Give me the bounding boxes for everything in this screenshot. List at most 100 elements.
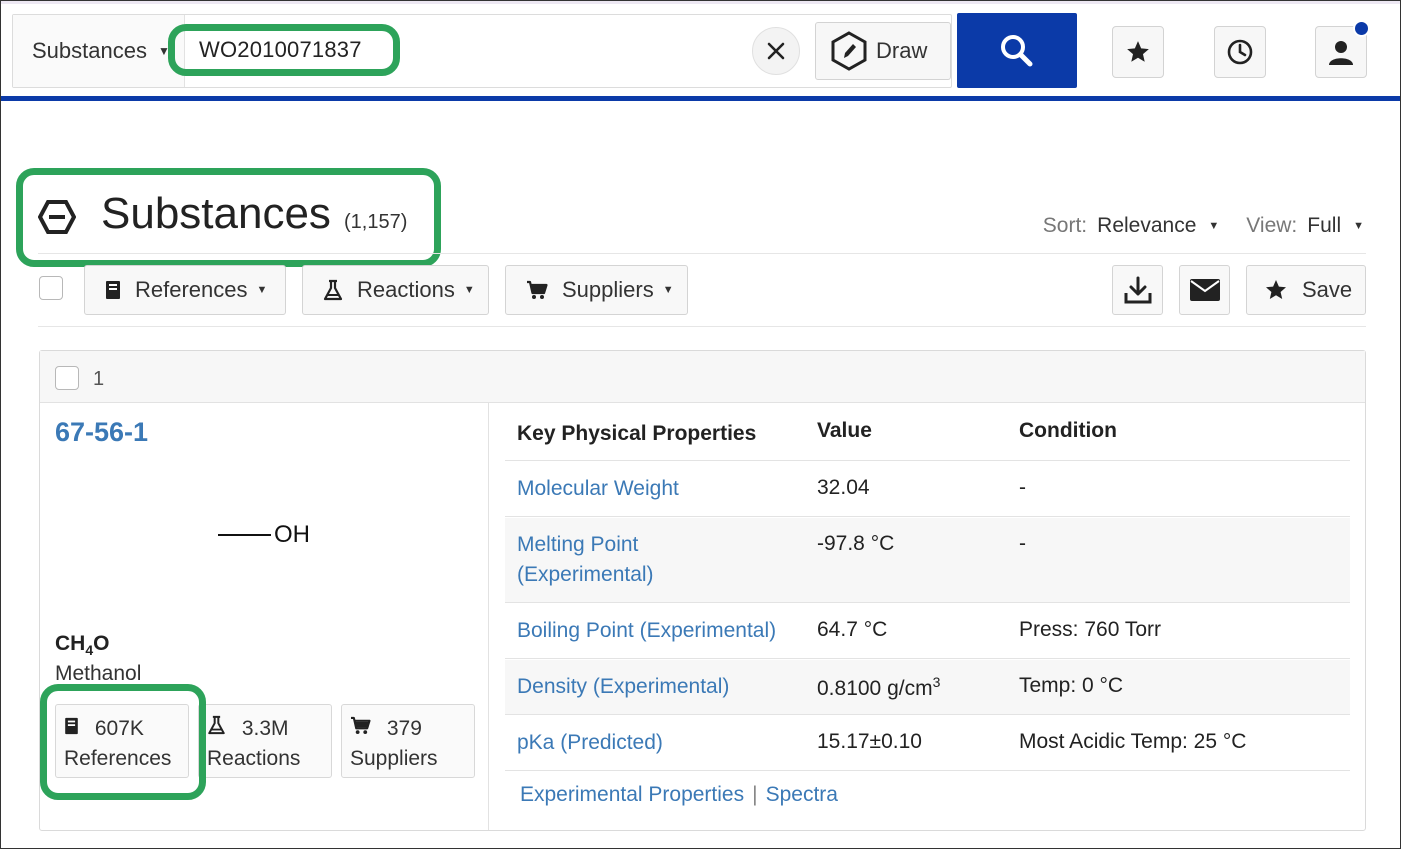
search-scope-dropdown[interactable]: Substances ▼ [13,15,185,87]
references-menu-label: References [135,277,248,302]
substance-result-card: 1 67-56-1 OH CH4O Methanol 607K Referenc… [39,350,1366,831]
envelope-icon [1189,279,1220,301]
property-value: 64.7 °C [817,618,888,641]
search-bar: Substances ▼ WO2010071837 Draw [12,14,952,88]
book-icon [106,281,120,299]
draw-label: Draw [876,38,928,63]
column-header: Value [817,419,872,442]
property-value-exponent: 3 [932,674,941,690]
cart-icon [351,716,371,735]
property-value: -97.8 °C [817,532,895,555]
formula-part: O [93,632,110,655]
chevron-down-icon: ▼ [662,284,674,296]
sort-dropdown[interactable]: Relevance [1097,214,1196,238]
cart-icon [527,280,548,299]
divider [38,326,1366,327]
email-button[interactable] [1179,265,1230,315]
structure-bond [218,534,271,536]
notification-dot [1353,20,1370,37]
property-link[interactable]: Boiling Point (Experimental) [517,616,807,646]
reactions-count: 3.3M [241,717,289,740]
divider [38,253,1366,254]
references-count: 607K [94,717,144,740]
download-button[interactable] [1112,265,1163,315]
column-header: Key Physical Properties [517,422,757,445]
reactions-count-button[interactable]: 3.3M Reactions [198,704,332,778]
sort-view-controls: Sort: Relevance ▼ View: Full ▼ [1043,214,1364,238]
table-row: Boiling Point (Experimental) 64.7 °C Pre… [505,604,1350,659]
structure-atom-label: OH [274,521,310,548]
result-card-header: 1 [40,351,1365,403]
reactions-count-label: Reactions [207,747,301,770]
view-dropdown[interactable]: Full [1307,214,1341,238]
substance-summary: 67-56-1 OH CH4O Methanol 607K References… [40,403,489,830]
save-label: Save [1302,277,1353,302]
table-header-row: Key Physical Properties Value Condition [505,403,1350,461]
download-icon [1124,276,1151,304]
experimental-properties-link[interactable]: Experimental Properties [520,783,744,806]
cas-number-link[interactable]: 67-56-1 [55,417,148,448]
link-divider: | [752,783,758,806]
clock-icon [1227,39,1253,65]
favorites-button[interactable] [1112,26,1164,78]
chevron-down-icon: ▼ [463,284,475,296]
reactions-menu-button[interactable]: Reactions ▼ [302,265,489,315]
references-count-button[interactable]: 607K References [55,704,189,778]
search-scope-label: Substances [32,38,147,63]
star-icon [1266,280,1286,299]
table-row: Melting Point (Experimental) -97.8 °C - [505,518,1350,603]
reactions-menu-label: Reactions [357,277,455,302]
chevron-down-icon: ▼ [1208,220,1220,232]
column-header: Condition [1019,419,1117,442]
search-icon [1001,34,1033,66]
suppliers-menu-button[interactable]: Suppliers ▼ [505,265,688,315]
substance-hexagon-icon [38,200,76,234]
history-button[interactable] [1214,26,1266,78]
suppliers-count-label: Suppliers [350,747,438,770]
result-count: (1,157) [344,211,408,233]
table-row: pKa (Predicted) 15.17±0.10 Most Acidic T… [505,716,1350,771]
chevron-down-icon: ▼ [1353,220,1364,232]
user-icon [1329,41,1353,65]
result-checkbox[interactable] [55,366,79,390]
property-condition: Press: 760 Torr [1019,618,1162,641]
structure-image[interactable]: OH [218,521,310,549]
draw-hexagon-pencil-icon [831,31,867,71]
search-input[interactable]: WO2010071837 [199,37,362,63]
references-count-label: References [64,747,172,770]
formula-subscript: 4 [85,642,94,659]
save-button[interactable]: Save [1246,265,1366,315]
property-link[interactable]: pKa (Predicted) [517,728,807,758]
flask-icon [323,279,343,301]
suppliers-menu-label: Suppliers [562,277,654,302]
references-menu-button[interactable]: References ▼ [84,265,286,315]
spectra-link[interactable]: Spectra [766,783,838,806]
properties-footer-links: Experimental Properties | Spectra [520,783,838,807]
molecular-formula: CH4O [55,632,109,658]
chevron-down-icon: ▼ [157,44,170,58]
suppliers-count: 379 [386,717,422,740]
property-link[interactable]: Melting Point (Experimental) [517,530,687,590]
clear-search-button[interactable] [752,27,800,75]
property-value: 0.8100 g/cm3 [817,674,940,701]
property-link[interactable]: Molecular Weight [517,474,807,504]
property-link[interactable]: Density (Experimental) [517,672,807,702]
property-value: 15.17±0.10 [817,730,922,753]
search-button[interactable] [957,13,1077,88]
table-row: Density (Experimental) 0.8100 g/cm3 Temp… [505,660,1350,715]
property-value: 32.04 [817,476,870,499]
table-row: Molecular Weight 32.04 - [505,462,1350,517]
property-condition: Most Acidic Temp: 25 °C [1019,730,1247,753]
draw-structure-button[interactable]: Draw [815,22,951,80]
formula-part: CH [55,632,86,655]
chevron-down-icon: ▼ [256,284,268,296]
top-header: Substances ▼ WO2010071837 Draw [1,1,1400,101]
select-all-checkbox[interactable] [39,276,63,300]
star-icon [1127,41,1149,62]
view-label: View: [1246,214,1298,237]
substance-name: Methanol [55,662,142,685]
property-condition: Temp: 0 °C [1019,674,1124,697]
suppliers-count-button[interactable]: 379 Suppliers [341,704,475,778]
flask-icon [208,715,225,735]
page-title: Substances [101,189,331,238]
